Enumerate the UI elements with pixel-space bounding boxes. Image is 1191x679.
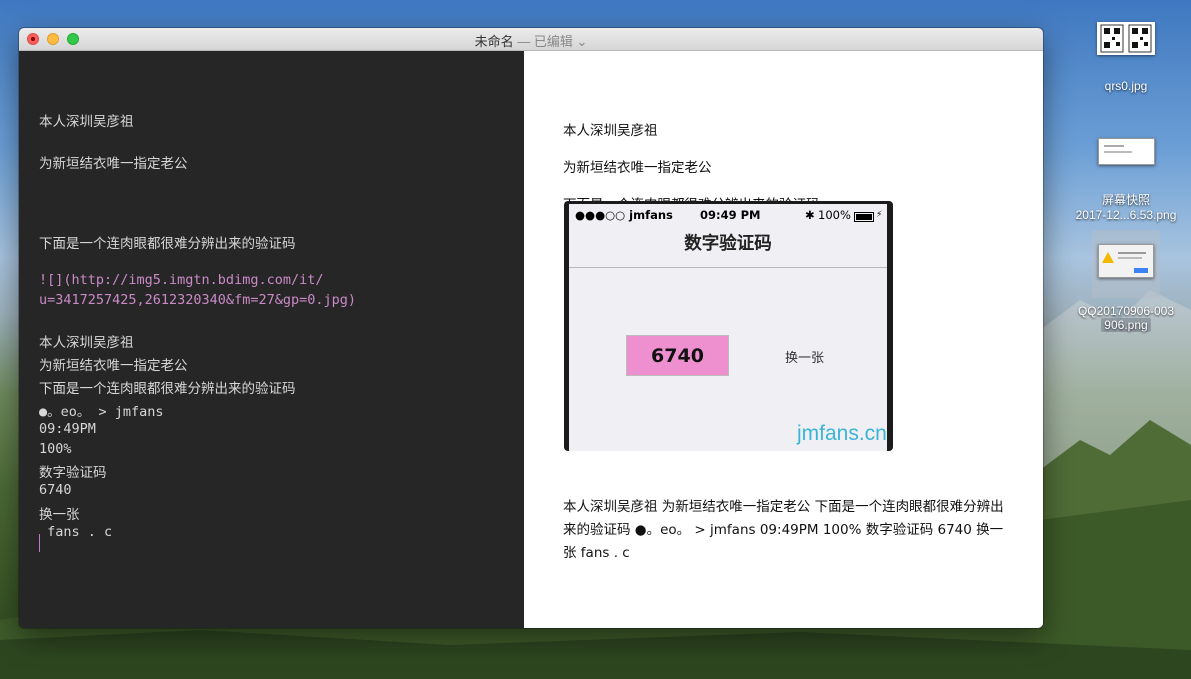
desktop-icon-label: QQ20170906-003 <box>1077 304 1175 318</box>
desktop-icon-screenshot[interactable]: 屏幕快照 2017-12...6.53.png <box>1064 138 1188 222</box>
editor-line: 下面是一个连肉眼都很难分辨出来的验证码 <box>39 236 296 252</box>
preview-paragraph: 为新垣结衣唯一指定老公 <box>563 160 712 176</box>
desktop-icon-label-2: 2017-12...6.53.png <box>1075 208 1177 222</box>
markdown-preview[interactable]: 本人深圳吴彦祖 为新垣结衣唯一指定老公 下面是一个连肉眼都很难分辨出来的验证码 … <box>524 51 1043 628</box>
editor-image-link: ![](http://img5.imgtn.bdimg.com/it/ <box>39 272 324 288</box>
editor-line: 100% <box>39 441 72 457</box>
edited-status: — 已编辑 ⌄ <box>513 34 588 49</box>
editor-line: 本人深圳吴彦祖 <box>39 114 134 130</box>
bluetooth-icon: ✱ <box>805 208 815 222</box>
editor-line: 本人深圳吴彦祖 <box>39 335 134 351</box>
desktop-icon-label-2: 906.png <box>1101 318 1151 332</box>
phone-nav-title: 数字验证码 <box>684 234 772 254</box>
phone-status-bar: ●●●○○ jmfans 09:49 PM ✱ 100% ⚡ <box>569 204 887 226</box>
editor-line: 换一张 <box>39 507 80 523</box>
desktop-icon-qq-screenshot[interactable]: QQ20170906-003 906.png <box>1062 230 1190 332</box>
desktop-icon-label: 屏幕快照 <box>1101 193 1150 207</box>
selected-icon-highlight <box>1092 230 1160 298</box>
editor-line: 09:49PM <box>39 421 96 437</box>
text-cursor <box>39 534 40 552</box>
preview-ocr-paragraph: 本人深圳吴彦祖 为新垣结衣唯一指定老公 下面是一个连肉眼都很难分辨出来的验证码 … <box>563 499 1004 561</box>
phone-time: 09:49 PM <box>700 208 761 222</box>
editor-line: fans . c <box>39 524 113 540</box>
refresh-captcha-label: 换一张 <box>785 351 825 366</box>
title-bar[interactable]: 未命名 — 已编辑 ⌄ <box>19 28 1043 51</box>
watermark-text: jmfans.cn <box>797 422 887 445</box>
captcha-image: ●●●○○ jmfans 09:49 PM ✱ 100% ⚡ 数字验证码 674… <box>564 201 893 451</box>
editor-line: 6740 <box>39 482 72 498</box>
editor-line: 数字验证码 <box>39 465 107 481</box>
preview-paragraph: 本人深圳吴彦祖 <box>563 123 658 139</box>
editor-line: ●。eo。 > jmfans <box>39 404 164 420</box>
qr-thumbnail-icon <box>1097 22 1155 55</box>
dialog-thumbnail-icon <box>1098 244 1154 278</box>
markdown-editor[interactable]: 本人深圳吴彦祖 为新垣结衣唯一指定老公 下面是一个连肉眼都很难分辨出来的验证码 … <box>19 51 524 628</box>
desktop-icon-qrs0[interactable]: qrs0.jpg <box>1085 22 1167 93</box>
desktop-icon-label: qrs0.jpg <box>1104 79 1148 93</box>
captcha-code: 6740 <box>626 335 729 376</box>
editor-window: 未命名 — 已编辑 ⌄ 本人深圳吴彦祖 为新垣结衣唯一指定老公 下面是一个连肉眼… <box>19 28 1043 628</box>
battery-percent: 100% <box>818 208 851 222</box>
screenshot-thumbnail-icon <box>1097 138 1155 165</box>
editor-line: 为新垣结衣唯一指定老公 <box>39 358 188 374</box>
carrier-label: ●●●○○ jmfans <box>575 208 673 222</box>
nav-divider <box>569 267 887 268</box>
editor-line: 下面是一个连肉眼都很难分辨出来的验证码 <box>39 381 296 397</box>
phone-screen: ●●●○○ jmfans 09:49 PM ✱ 100% ⚡ 数字验证码 674… <box>569 204 887 451</box>
editor-line: 为新垣结衣唯一指定老公 <box>39 156 188 172</box>
battery-icon <box>854 211 874 222</box>
editor-image-link: u=3417257425,2612320340&fm=27&gp=0.jpg) <box>39 292 356 308</box>
window-title[interactable]: 未命名 — 已编辑 ⌄ <box>19 31 1043 50</box>
charging-icon: ⚡ <box>876 210 883 220</box>
document-name: 未命名 <box>474 34 514 49</box>
